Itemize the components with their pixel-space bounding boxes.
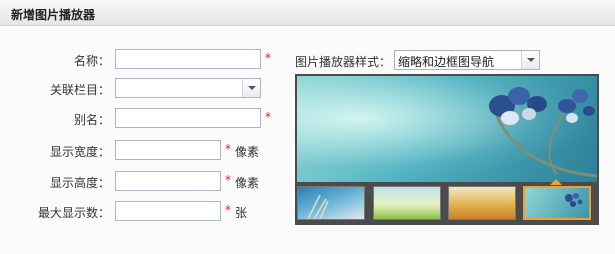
- height-label: 显示高度：: [49, 176, 110, 190]
- name-required-mark: *: [265, 51, 271, 65]
- thumbnail-4-active[interactable]: [523, 186, 591, 220]
- name-input[interactable]: [115, 49, 261, 69]
- width-required-mark: *: [225, 142, 231, 156]
- thumbnail-1[interactable]: [297, 186, 365, 220]
- page-header: 新增图片播放器: [0, 0, 615, 26]
- reed-illustration: [307, 194, 329, 220]
- flower-thumb-illustration: [565, 193, 583, 207]
- alias-label: 别名：: [73, 113, 110, 127]
- thumbnail-3[interactable]: [448, 186, 516, 220]
- flower-illustration: [489, 87, 597, 178]
- chevron-down-icon[interactable]: [242, 79, 260, 97]
- height-required-mark: *: [225, 173, 231, 187]
- thumbnail-2[interactable]: [373, 186, 441, 220]
- player-preview: [295, 74, 599, 225]
- player-style-label: 图片播放器样式：: [295, 55, 392, 69]
- player-style-select[interactable]: 缩略和边框图导航: [394, 50, 540, 70]
- width-unit: 像素: [235, 145, 260, 159]
- preview-main-image: [297, 76, 597, 182]
- max-count-input[interactable]: [115, 201, 221, 221]
- page-title: 新增图片播放器: [11, 8, 96, 22]
- column-label: 关联栏目：: [49, 83, 110, 97]
- chevron-down-icon[interactable]: [521, 51, 539, 69]
- alias-required-mark: *: [265, 110, 271, 124]
- active-thumbnail-pointer: [550, 179, 562, 185]
- width-input[interactable]: [115, 140, 221, 160]
- thumbnail-strip: [297, 179, 597, 222]
- max-count-unit: 张: [235, 206, 248, 220]
- name-label: 名称：: [73, 54, 110, 68]
- width-label: 显示宽度：: [49, 145, 110, 159]
- height-unit: 像素: [235, 176, 260, 190]
- height-input[interactable]: [115, 171, 221, 191]
- max-count-required-mark: *: [225, 203, 231, 217]
- player-style-select-value: 缩略和边框图导航: [398, 55, 495, 69]
- alias-input[interactable]: [115, 108, 261, 128]
- max-count-label: 最大显示数：: [37, 206, 110, 220]
- column-select[interactable]: [115, 78, 261, 98]
